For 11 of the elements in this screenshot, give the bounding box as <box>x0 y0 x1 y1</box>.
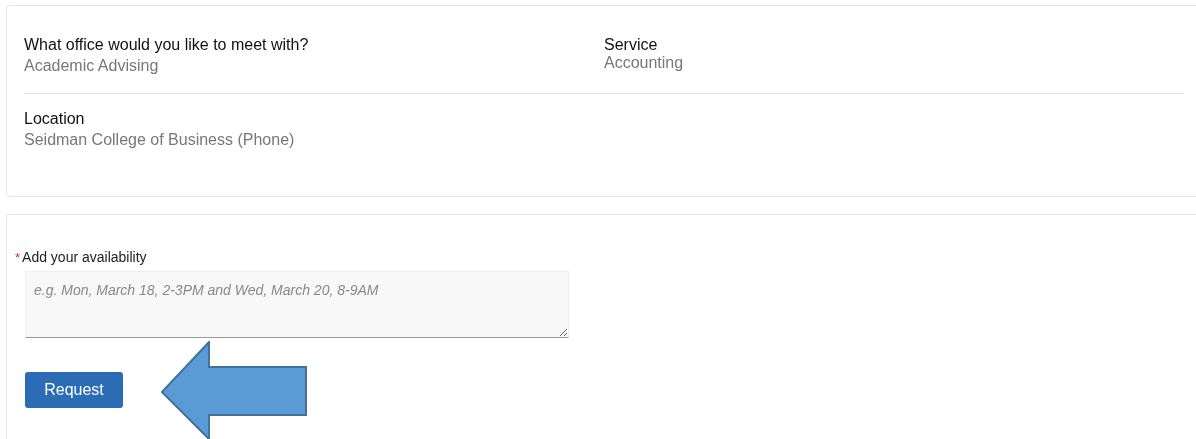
field-value: Accounting <box>604 55 685 71</box>
availability-field[interactable]: e.g. Mon, March 18, 2-3PM and Wed, March 20, 8-9AM <box>25 271 569 338</box>
required-mark: * <box>15 250 21 265</box>
request-button[interactable]: Request <box>25 372 123 408</box>
arrow-icon <box>161 341 307 439</box>
field-value: Academic Advising <box>24 56 160 76</box>
field-label: Location <box>24 109 86 129</box>
field-label: What office would you like to meet with? <box>24 35 310 55</box>
field-label: Add your availability <box>22 249 147 265</box>
field-value: Seidman College of Business (Phone) <box>24 130 296 150</box>
field-label: Service <box>604 35 659 55</box>
